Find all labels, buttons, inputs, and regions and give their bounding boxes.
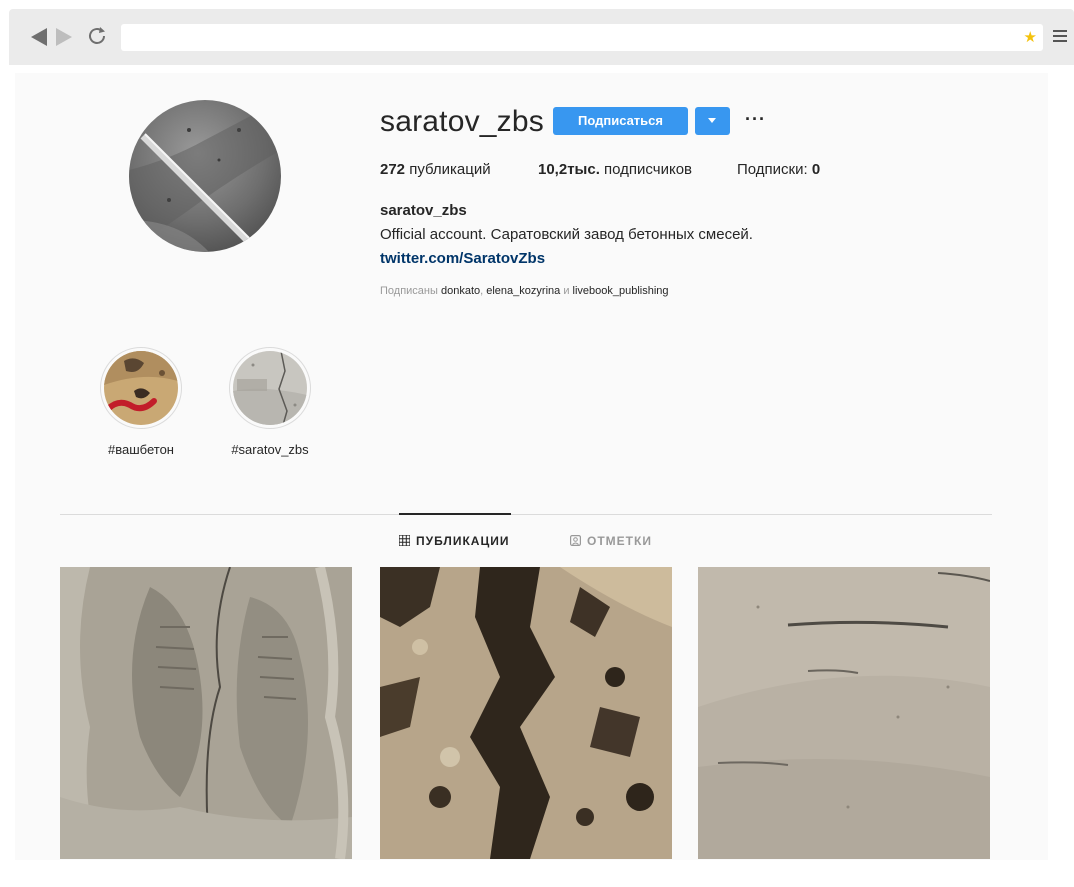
follower-link[interactable]: donkato bbox=[441, 285, 480, 297]
bio-text: Official account. Саратовский завод бето… bbox=[380, 226, 753, 243]
tab-posts-label: ПУБЛИКАЦИИ bbox=[416, 534, 510, 548]
tagged-icon bbox=[570, 535, 581, 546]
grid-icon bbox=[399, 535, 410, 546]
followers-label: подписчиков bbox=[604, 161, 693, 178]
profile-username: saratov_zbs bbox=[380, 105, 544, 138]
forward-icon[interactable] bbox=[56, 28, 72, 46]
followers-count: 10,2тыс. bbox=[538, 161, 600, 178]
follow-button[interactable]: Подписаться bbox=[553, 107, 688, 135]
posts-count: 272 bbox=[380, 161, 406, 178]
tabs-divider bbox=[60, 514, 992, 515]
story-highlight[interactable]: #saratov_zbs bbox=[227, 347, 313, 457]
following-count: 0 bbox=[811, 161, 821, 178]
active-tab-indicator bbox=[399, 513, 511, 515]
highlight-label: #saratov_zbs bbox=[231, 442, 309, 457]
post-thumbnail[interactable] bbox=[698, 567, 990, 859]
profile-page: saratov_zbs Подписаться ··· 272 публикац… bbox=[15, 73, 1048, 860]
followed-by: Подписаны donkato, elena_kozyrina и live… bbox=[380, 285, 669, 297]
tab-tagged[interactable]: ОТМЕТКИ bbox=[570, 534, 652, 548]
following-stat[interactable]: Подписки: 0 bbox=[737, 161, 820, 178]
post-thumbnail[interactable] bbox=[380, 567, 672, 859]
highlight-ring bbox=[100, 347, 182, 429]
back-icon[interactable] bbox=[31, 28, 47, 46]
post-thumbnail[interactable] bbox=[60, 567, 352, 859]
posts-stat: 272 публикаций bbox=[380, 161, 491, 178]
tab-posts[interactable]: ПУБЛИКАЦИИ bbox=[399, 534, 509, 548]
follower-link[interactable]: livebook_publishing bbox=[573, 285, 669, 297]
more-options-button[interactable]: ··· bbox=[745, 109, 766, 130]
browser-toolbar: ★ bbox=[9, 9, 1074, 65]
followed-by-prefix: Подписаны bbox=[380, 285, 438, 297]
tab-tagged-label: ОТМЕТКИ bbox=[587, 534, 652, 548]
star-icon[interactable]: ★ bbox=[1024, 28, 1037, 47]
followers-stat[interactable]: 10,2тыс. подписчиков bbox=[538, 161, 692, 178]
menu-icon[interactable] bbox=[1053, 30, 1067, 42]
address-bar[interactable]: ★ bbox=[121, 24, 1043, 51]
posts-label: публикаций bbox=[409, 161, 491, 178]
story-highlight[interactable]: #вашбетон bbox=[98, 347, 184, 457]
reload-icon[interactable] bbox=[85, 24, 109, 48]
followed-by-separator: , bbox=[480, 285, 484, 297]
following-label: Подписки: bbox=[737, 161, 808, 178]
highlight-image bbox=[104, 351, 178, 425]
bio-link[interactable]: twitter.com/SaratovZbs bbox=[380, 250, 545, 267]
follower-link[interactable]: elena_kozyrina bbox=[486, 285, 560, 297]
highlight-image bbox=[233, 351, 307, 425]
highlight-label: #вашбетон bbox=[108, 442, 174, 457]
followed-by-conjunction: и bbox=[563, 285, 570, 297]
highlight-ring bbox=[229, 347, 311, 429]
bio-name: saratov_zbs bbox=[380, 202, 467, 219]
suggestions-dropdown-button[interactable] bbox=[695, 107, 730, 135]
avatar[interactable] bbox=[129, 100, 281, 252]
